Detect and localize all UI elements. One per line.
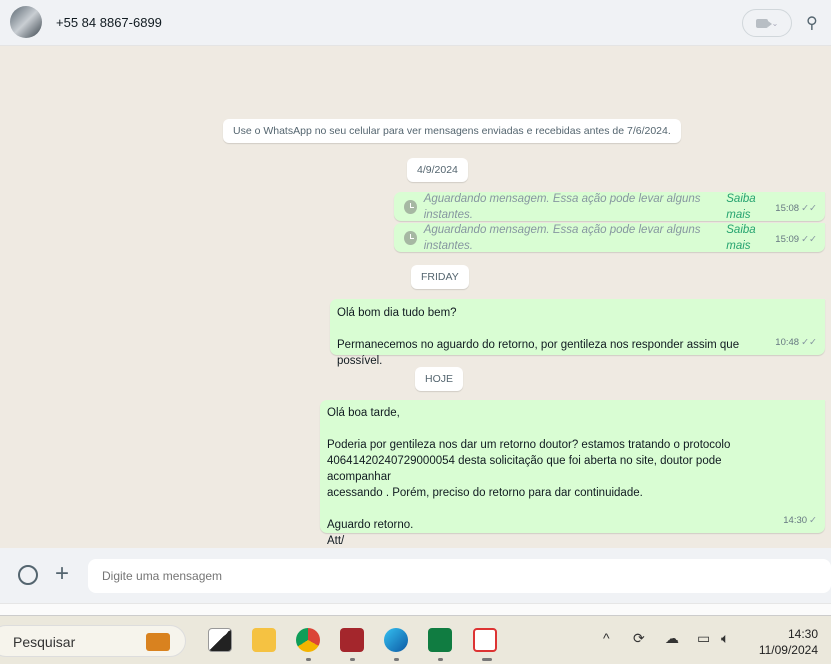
double-check-icon: ✓✓ [801, 234, 817, 245]
excel-icon[interactable] [428, 628, 452, 652]
sync-icon[interactable]: ⟳ [633, 630, 645, 647]
system-notice: Use o WhatsApp no seu celular para ver m… [223, 119, 681, 143]
chevron-up-icon[interactable]: ^ [603, 630, 610, 646]
taskbar: Pesquisar ^ ⟳ ☁ ▭ 🔈︎ 14:30 11/09/2024 [0, 615, 831, 664]
date-separator: 4/9/2024 [407, 158, 468, 182]
avatar[interactable] [10, 6, 42, 38]
task-view-icon[interactable] [208, 628, 232, 652]
date-separator: HOJE [415, 367, 464, 391]
video-call-button[interactable]: ⌄ [742, 9, 792, 37]
chevron-down-icon: ⌄ [771, 18, 779, 28]
chrome-icon[interactable] [296, 628, 320, 652]
check-icon: ✓ [809, 515, 817, 526]
date-separator: FRIDAY [411, 265, 469, 289]
double-check-icon: ✓✓ [801, 337, 817, 348]
learn-more-link[interactable]: Saiba mais [726, 222, 778, 254]
chat-area: Use o WhatsApp no seu celular para ver m… [0, 46, 831, 548]
contact-name[interactable]: +55 84 8867-6899 [56, 15, 162, 30]
message-bubble[interactable]: Olá boa tarde, Poderia por gentileza nos… [320, 400, 825, 547]
clock-icon [404, 199, 417, 214]
emoji-icon[interactable] [18, 565, 38, 585]
message-bubble[interactable]: Olá bom dia tudo bem? Permanecemos no ag… [330, 299, 825, 367]
pending-message: Aguardando mensagem. Essa ação pode leva… [394, 192, 825, 221]
window-bottom-border [0, 603, 831, 615]
video-call-icon [755, 18, 772, 28]
double-check-icon: ✓✓ [801, 203, 817, 214]
edge-icon[interactable] [384, 628, 408, 652]
volume-icon[interactable]: 🔈︎ [721, 630, 729, 647]
snipping-tool-icon[interactable] [473, 628, 497, 652]
search-icon[interactable]: ⚲ [806, 13, 818, 33]
chat-header: +55 84 8867-6899 ⌄ ⚲ [0, 0, 831, 46]
file-explorer-icon[interactable] [252, 628, 276, 652]
network-icon[interactable]: ▭ [697, 630, 710, 647]
taskbar-search[interactable]: Pesquisar [0, 625, 186, 657]
attach-plus-icon[interactable]: + [55, 560, 69, 588]
pending-message: Aguardando mensagem. Essa ação pode leva… [394, 223, 825, 252]
system-clock[interactable]: 14:30 11/09/2024 [759, 626, 818, 658]
composer: + [0, 548, 831, 603]
access-icon[interactable] [340, 628, 364, 652]
clock-icon [404, 230, 417, 245]
briefcase-icon [146, 633, 170, 651]
cloud-off-icon[interactable]: ☁ [665, 630, 679, 647]
learn-more-link[interactable]: Saiba mais [726, 191, 778, 223]
message-input[interactable] [88, 559, 831, 593]
